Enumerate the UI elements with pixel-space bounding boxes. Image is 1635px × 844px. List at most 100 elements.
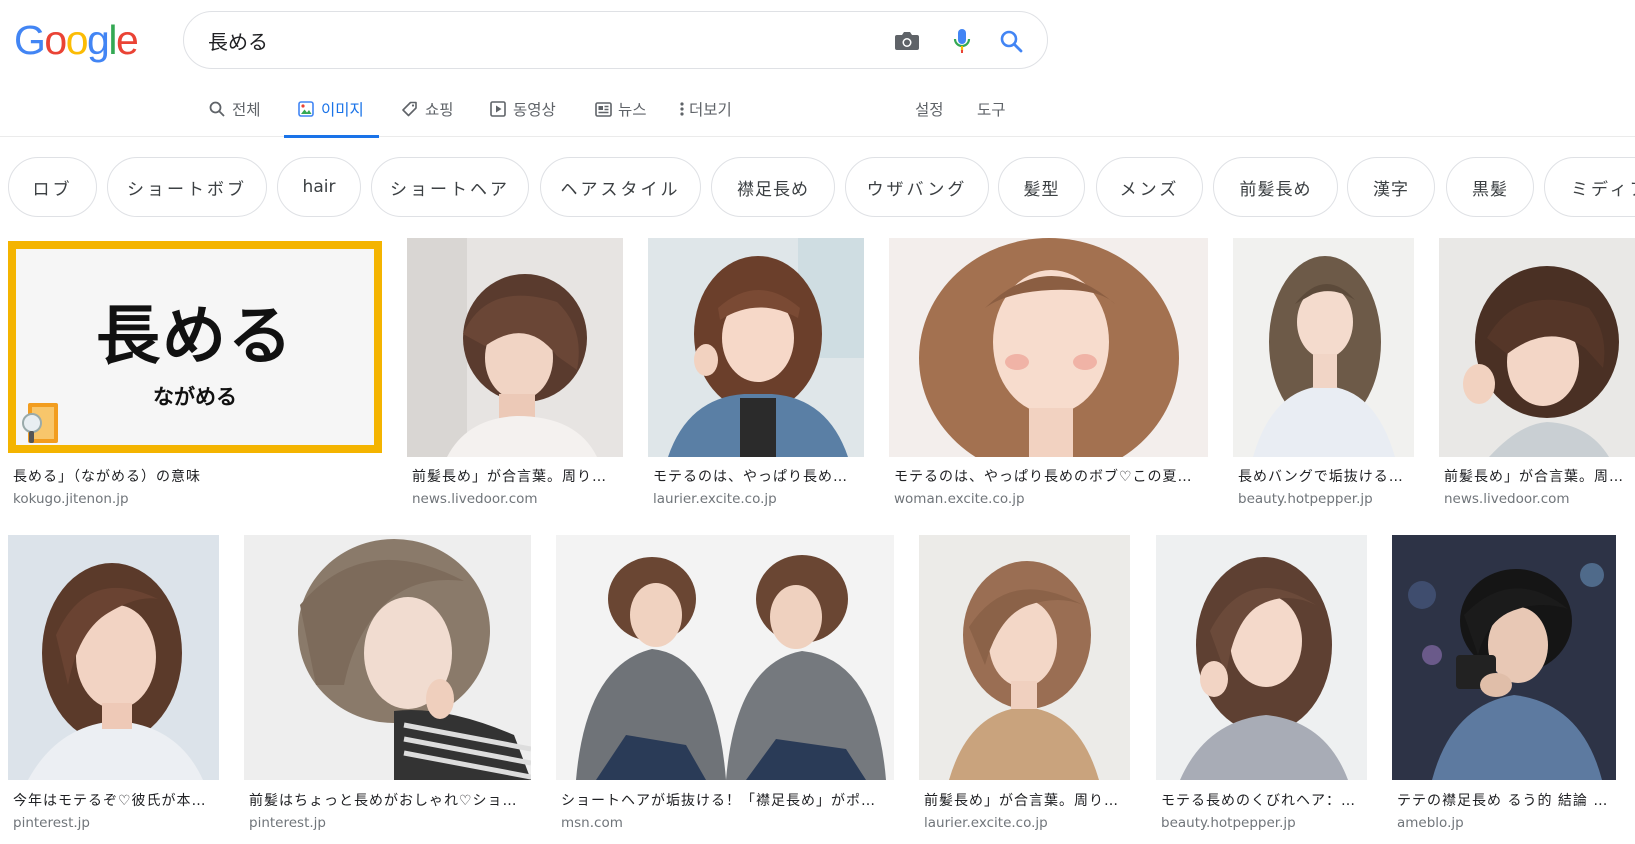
- camera-icon[interactable]: [892, 26, 922, 56]
- tab-images[interactable]: 이미지: [284, 84, 379, 138]
- tab-label: 쇼핑: [425, 101, 454, 119]
- image-result[interactable]: 前髪長め」が合言葉。周り… laurier.excite.co.jp: [919, 535, 1130, 835]
- search-input[interactable]: [208, 26, 848, 54]
- chip[interactable]: 黒髪: [1446, 157, 1534, 217]
- result-thumbnail: [407, 238, 623, 457]
- tab-shopping[interactable]: 쇼핑: [401, 84, 454, 137]
- chip[interactable]: ウザバング: [845, 157, 989, 217]
- tab-more[interactable]: 더보기: [678, 84, 732, 137]
- logo-letter: G: [14, 17, 46, 63]
- result-thumbnail: [1392, 535, 1616, 780]
- chip-label: ウザバング: [866, 179, 968, 200]
- chip[interactable]: hair: [277, 157, 361, 217]
- result-title: 前髪長め」が合言葉。周り…: [1444, 469, 1630, 485]
- result-thumbnail: 長める ながめる: [8, 241, 382, 453]
- tools-label: 도구: [977, 101, 1006, 119]
- chip-label: ショートボブ: [127, 179, 247, 200]
- result-source: ameblo.jp: [1397, 815, 1464, 831]
- image-result[interactable]: 長めバングで垢抜ける… beauty.hotpepper.jp: [1233, 238, 1414, 511]
- result-thumbnail: [556, 535, 894, 780]
- result-source: woman.excite.co.jp: [894, 491, 1025, 507]
- chip[interactable]: 前髪長め: [1213, 157, 1338, 217]
- result-title: テテの襟足長め るう的 結論 |…: [1397, 793, 1611, 809]
- chip[interactable]: 漢字: [1347, 157, 1435, 217]
- image-result[interactable]: テテの襟足長め るう的 結論 |… ameblo.jp: [1392, 535, 1616, 835]
- result-thumbnail: [8, 535, 219, 780]
- search-box: [183, 11, 1048, 69]
- result-title: ショートヘアが垢抜ける！「襟足長め」がポイ…: [561, 793, 889, 809]
- result-title: モテる長めのくびれヘア：L…: [1161, 793, 1362, 809]
- logo-letter: l: [108, 17, 117, 63]
- result-title: 長めバングで垢抜ける…: [1238, 469, 1404, 485]
- chip-label: 襟足長め: [737, 179, 809, 200]
- chip-label: ショートヘア: [390, 179, 510, 200]
- chip-label: ミディア: [1571, 179, 1635, 200]
- image-result[interactable]: モテるのは、やっぱり長めのボブ♡この夏… woman.excite.co.jp: [889, 238, 1208, 511]
- result-source: msn.com: [561, 815, 623, 831]
- result-source: news.livedoor.com: [412, 491, 538, 507]
- result-title: 長める」（ながめる）の意味: [13, 469, 201, 485]
- chip[interactable]: ロブ: [8, 157, 97, 217]
- result-thumbnail: [1156, 535, 1367, 780]
- tab-videos[interactable]: 동영상: [489, 84, 556, 137]
- result-thumbnail: [1439, 238, 1635, 457]
- result-thumbnail: [244, 535, 531, 780]
- chip-label: メンズ: [1119, 179, 1180, 200]
- image-result[interactable]: 前髪長め」が合言葉。周り… news.livedoor.com: [1439, 238, 1635, 511]
- tools-link[interactable]: 도구: [977, 84, 1006, 137]
- image-result[interactable]: モテる長めのくびれヘア：L… beauty.hotpepper.jp: [1156, 535, 1367, 835]
- tab-label: 동영상: [513, 101, 556, 119]
- google-logo[interactable]: Google: [14, 17, 139, 63]
- news-icon: [594, 100, 612, 118]
- result-source: pinterest.jp: [249, 815, 326, 831]
- chip-label: 漢字: [1373, 179, 1409, 200]
- result-title: モテるのは、やっぱり長めのボブ♡この夏…: [894, 469, 1193, 485]
- image-result[interactable]: 長める ながめる 長める」（ながめる）の意味 kokugo.jitenon.jp: [8, 241, 382, 511]
- chip-label: 髪型: [1023, 179, 1060, 200]
- settings-label: 설정: [915, 101, 944, 119]
- search-tabs: 전체 이미지 쇼핑 동영상 뉴스 더보기 설정 도구: [0, 84, 1635, 138]
- image-result[interactable]: 前髪長め」が合言葉。周りと… news.livedoor.com: [407, 238, 623, 511]
- chip[interactable]: ショートボブ: [107, 157, 267, 217]
- image-result[interactable]: 前髪はちょっと長めがおしゃれ♡ショ… pinterest.jp: [244, 535, 531, 835]
- result-thumbnail: [1233, 238, 1414, 457]
- logo-letter: o: [65, 17, 89, 63]
- logo-letter: e: [115, 17, 139, 63]
- result-source: laurier.excite.co.jp: [924, 815, 1048, 831]
- result-source: news.livedoor.com: [1444, 491, 1570, 507]
- thumbnail-subheading: ながめる: [153, 384, 237, 409]
- result-source: beauty.hotpepper.jp: [1161, 815, 1296, 831]
- tag-icon: [401, 100, 419, 118]
- dictionary-icon: [22, 403, 58, 443]
- chip[interactable]: ヘアスタイル: [540, 157, 701, 217]
- settings-link[interactable]: 설정: [915, 84, 944, 137]
- tab-label: 이미지: [321, 101, 364, 119]
- chip-label: 黒髪: [1472, 179, 1508, 200]
- image-result[interactable]: 今年はモテるぞ♡彼氏が本… pinterest.jp: [8, 535, 219, 835]
- tab-label: 더보기: [689, 101, 732, 119]
- result-thumbnail: [648, 238, 864, 457]
- result-title: モテるのは、やっぱり長め…: [653, 469, 848, 485]
- image-result[interactable]: モテるのは、やっぱり長め… laurier.excite.co.jp: [648, 238, 864, 511]
- result-source: kokugo.jitenon.jp: [13, 491, 129, 507]
- chip[interactable]: 髪型: [998, 157, 1085, 217]
- chip[interactable]: メンズ: [1096, 157, 1203, 217]
- logo-letter: g: [87, 17, 110, 63]
- play-icon: [489, 100, 507, 118]
- search-icon: [208, 100, 226, 118]
- image-result[interactable]: ショートヘアが垢抜ける！「襟足長め」がポイ… msn.com: [556, 535, 894, 835]
- google-image-search-page: Google 전체 이미지 쇼핑 동영상: [0, 0, 1635, 844]
- image-icon: [297, 100, 315, 118]
- tab-news[interactable]: 뉴스: [594, 84, 647, 137]
- result-source: laurier.excite.co.jp: [653, 491, 777, 507]
- thumbnail-heading: 長める: [96, 299, 294, 374]
- search-icon[interactable]: [996, 26, 1026, 56]
- chip[interactable]: 襟足長め: [711, 157, 835, 217]
- result-source: beauty.hotpepper.jp: [1238, 491, 1373, 507]
- chip[interactable]: ショートヘア: [371, 157, 529, 217]
- chip[interactable]: ミディア: [1544, 157, 1635, 217]
- chip-label: hair: [302, 177, 336, 197]
- tab-all[interactable]: 전체: [208, 84, 261, 137]
- result-title: 前髪長め」が合言葉。周りと…: [412, 469, 618, 485]
- microphone-icon[interactable]: [947, 26, 977, 56]
